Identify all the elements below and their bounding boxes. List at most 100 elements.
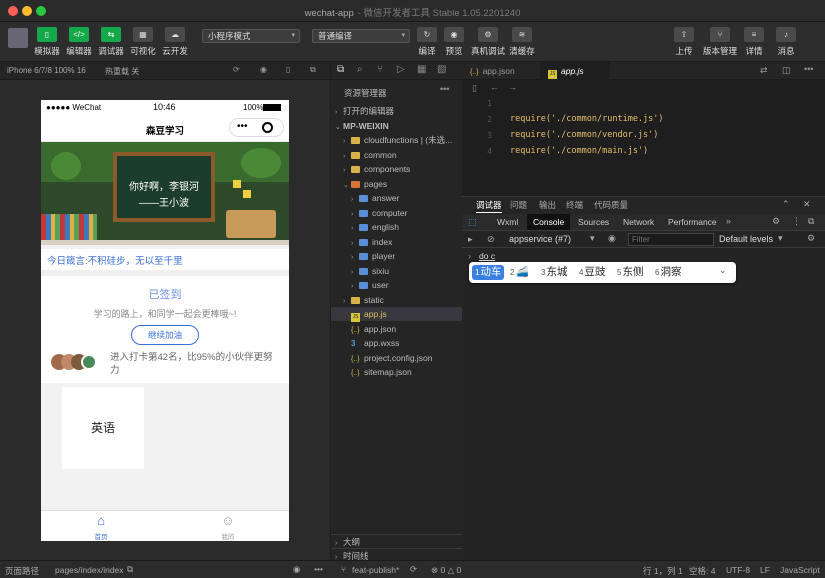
- gear-icon[interactable]: ⚙: [807, 233, 815, 244]
- project-section[interactable]: ⌄ MP-WEIXIN: [331, 119, 462, 133]
- compile-select[interactable]: 普通编译 ▾: [312, 29, 410, 43]
- sidebar-toggle-icon[interactable]: ▸: [468, 234, 473, 245]
- tab-app-json[interactable]: {..} app.json: [462, 62, 540, 80]
- more-icon[interactable]: •••: [237, 121, 248, 132]
- tab-debugger[interactable]: 调试器: [476, 197, 502, 213]
- tree-item-app-json[interactable]: {..} app.json: [331, 322, 462, 336]
- tree-item-app-wxss[interactable]: 3 app.wxss: [331, 336, 462, 350]
- more-icon[interactable]: •••: [314, 564, 323, 574]
- capsule-menu[interactable]: •••: [229, 118, 284, 137]
- tab-output[interactable]: 输出: [539, 197, 556, 213]
- tree-item-components[interactable]: › components: [331, 162, 462, 176]
- encoding[interactable]: UTF-8: [726, 565, 750, 575]
- tab-home[interactable]: ⌂ 首页: [86, 514, 116, 542]
- page-path[interactable]: pages/index/index: [55, 565, 124, 575]
- eye-icon[interactable]: ◉: [293, 564, 300, 575]
- language-mode[interactable]: JavaScript: [780, 565, 820, 575]
- exit-icon[interactable]: [262, 122, 273, 133]
- tab-terminal[interactable]: 终端: [566, 197, 583, 213]
- cloud-button[interactable]: ☁ 云开发: [158, 27, 192, 57]
- close-icon[interactable]: ✕: [803, 199, 811, 210]
- course-card-english[interactable]: 英语: [62, 387, 144, 469]
- simulator-button[interactable]: ▯ 模拟器: [30, 27, 64, 57]
- compare-icon[interactable]: ⇄: [760, 65, 768, 76]
- panel-performance[interactable]: Performance: [662, 214, 723, 230]
- ime-candidate[interactable]: 2🚄: [510, 265, 529, 280]
- back-icon[interactable]: ←: [490, 82, 499, 92]
- tree-item-static[interactable]: › static: [331, 293, 462, 307]
- editor-button[interactable]: </> 编辑器: [62, 27, 96, 57]
- tree-item-sixiu[interactable]: › sixiu: [331, 264, 462, 278]
- clear-console-icon[interactable]: ⊘: [487, 234, 495, 245]
- panel-sources[interactable]: Sources: [572, 214, 615, 230]
- rotate-icon[interactable]: ⟳: [233, 65, 240, 74]
- forward-icon[interactable]: →: [508, 82, 517, 92]
- tree-item-english[interactable]: › english: [331, 220, 462, 234]
- tree-item-sitemap[interactable]: {..} sitemap.json: [331, 365, 462, 379]
- version-button[interactable]: ⑂ 版本管理: [702, 27, 738, 57]
- indentation[interactable]: 空格: 4: [689, 565, 715, 577]
- more-panels-icon[interactable]: »: [726, 216, 731, 226]
- code-line[interactable]: require('./common/runtime.js'): [510, 114, 664, 124]
- gear-icon[interactable]: ⚙: [772, 216, 780, 227]
- chevron-up-icon[interactable]: ⌃: [782, 199, 790, 210]
- console-filter-input[interactable]: [628, 233, 714, 246]
- ime-candidate[interactable]: 1动车: [472, 265, 505, 280]
- panel-wxml[interactable]: Wxml: [491, 214, 524, 230]
- outline-section[interactable]: › 大纲: [331, 534, 462, 548]
- tree-item-cloudfunctions[interactable]: › cloudfunctions | (未选...: [331, 133, 462, 147]
- extensions-icon[interactable]: ▦: [417, 64, 426, 75]
- inspect-icon[interactable]: ⬚: [468, 217, 477, 228]
- upload-button[interactable]: ⇧ 上传: [667, 27, 701, 57]
- code-line[interactable]: require('./common/main.js'): [510, 146, 648, 156]
- device-select[interactable]: iPhone 6/7/8 100% 16: [7, 66, 86, 75]
- tab-problems[interactable]: 问题: [510, 197, 527, 213]
- popout-icon[interactable]: ⧉: [310, 65, 316, 75]
- copy-icon[interactable]: ⧉: [127, 564, 133, 575]
- git-branch[interactable]: feat-publish*: [352, 565, 399, 575]
- context-select[interactable]: appservice (#7): [509, 234, 571, 244]
- tab-code-quality[interactable]: 代码质量: [594, 197, 628, 213]
- levels-select[interactable]: Default levels: [719, 234, 773, 244]
- line-ending[interactable]: LF: [760, 565, 770, 575]
- hotreload-toggle[interactable]: 热重载 关: [105, 66, 139, 77]
- tree-item-user[interactable]: › user: [331, 278, 462, 292]
- open-editors-section[interactable]: › 打开的编辑器: [331, 104, 462, 118]
- debugger-button[interactable]: ⇆ 调试器: [94, 27, 128, 57]
- more-icon[interactable]: •••: [440, 84, 449, 94]
- more-icon[interactable]: •••: [804, 64, 813, 74]
- problems-count[interactable]: ⊗ 0 △ 0: [431, 565, 461, 576]
- tree-item-common[interactable]: › common: [331, 148, 462, 162]
- ime-candidate[interactable]: 4豆豉: [579, 265, 605, 280]
- ime-candidate[interactable]: 3东城: [541, 265, 567, 280]
- clear-cache-button[interactable]: ≋ 清缓存: [505, 27, 539, 57]
- search-icon[interactable]: ⌕: [357, 64, 363, 75]
- details-button[interactable]: ≡ 详情: [737, 27, 771, 57]
- panel-console[interactable]: Console: [527, 214, 571, 230]
- tree-item-computer[interactable]: › computer: [331, 206, 462, 220]
- debug-icon[interactable]: ▷: [397, 64, 405, 75]
- ime-candidate[interactable]: 6洞察: [655, 265, 681, 280]
- cheer-button[interactable]: 继续加油: [131, 325, 199, 345]
- tree-item-app-js[interactable]: JS app.js: [331, 307, 462, 322]
- preview-button[interactable]: ◉ 预览: [437, 27, 471, 57]
- chevron-down-icon[interactable]: ⌄: [719, 265, 727, 276]
- messages-button[interactable]: ♪ 消息: [769, 27, 803, 57]
- bookmark-icon[interactable]: ▯: [472, 83, 477, 94]
- visual-button[interactable]: ▦ 可视化: [126, 27, 160, 57]
- avatar[interactable]: [8, 28, 28, 48]
- code-line[interactable]: require('./common/vendor.js'): [510, 130, 658, 140]
- split-editor-icon[interactable]: ◫: [782, 65, 791, 76]
- tree-item-project-config[interactable]: {..} project.config.json: [331, 351, 462, 365]
- record-icon[interactable]: ◉: [260, 65, 267, 74]
- source-control-icon[interactable]: ⑂: [377, 64, 383, 75]
- dock-icon[interactable]: ⧉: [808, 216, 814, 227]
- tab-me[interactable]: ☺ 我的: [213, 514, 243, 542]
- real-debug-button[interactable]: ⚙ 真机调试: [470, 27, 506, 57]
- tab-app-js[interactable]: JS app.js: [540, 62, 610, 80]
- tree-item-answer[interactable]: › answer: [331, 191, 462, 205]
- cursor-position[interactable]: 行 1，列 1: [643, 565, 683, 577]
- kebab-icon[interactable]: ⋮: [792, 216, 801, 227]
- device-icon[interactable]: ▯: [286, 65, 290, 74]
- panel-network[interactable]: Network: [617, 214, 660, 230]
